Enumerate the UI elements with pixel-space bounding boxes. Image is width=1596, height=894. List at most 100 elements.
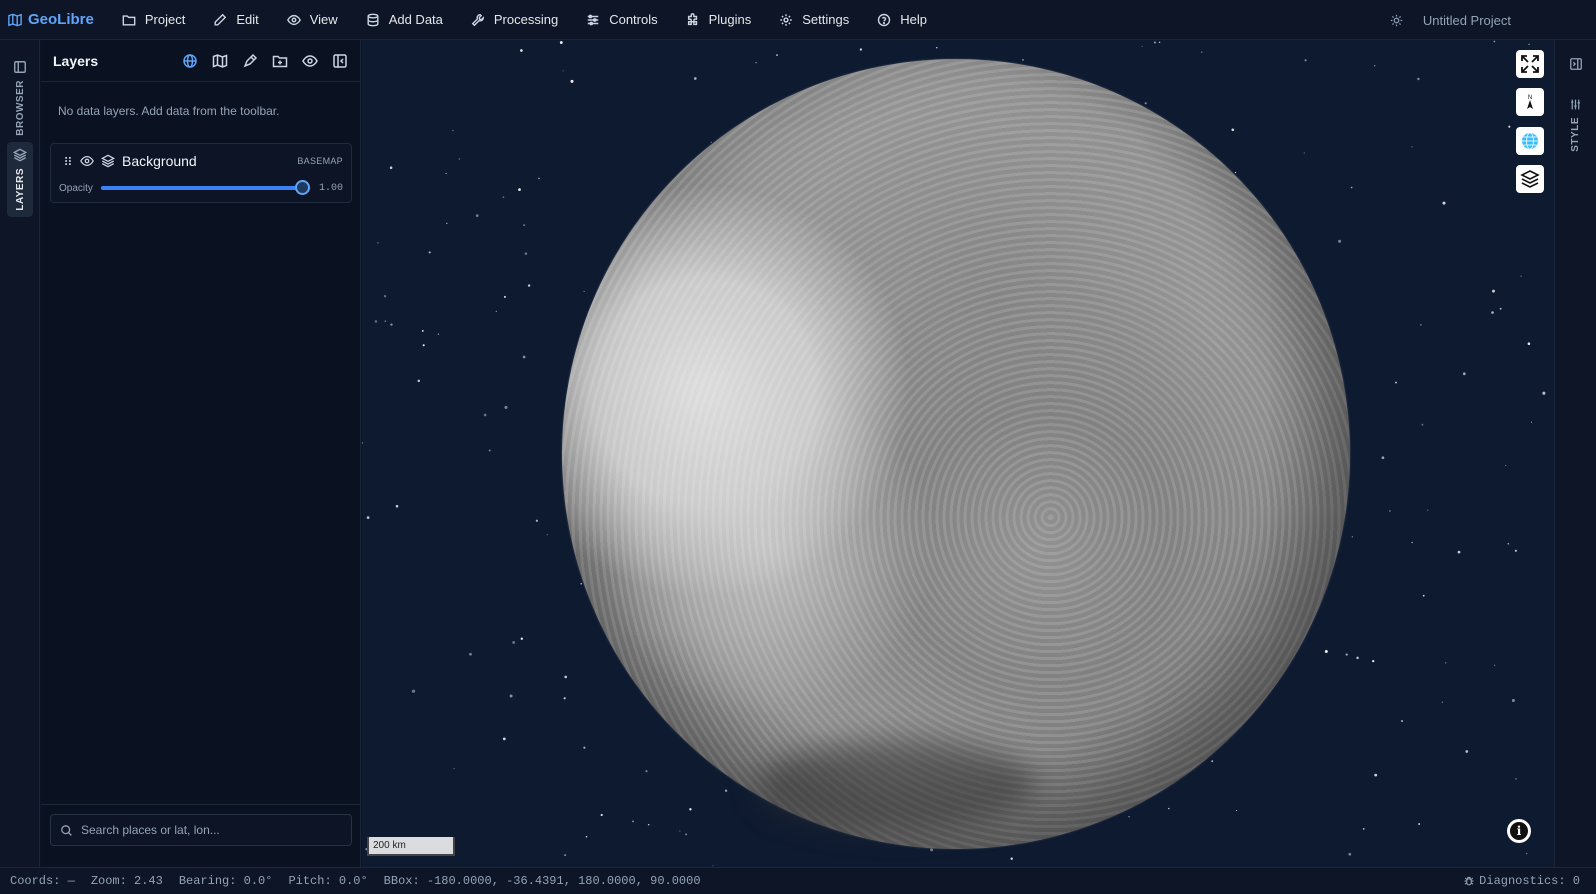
star [1530, 421, 1533, 423]
star [509, 694, 513, 698]
star [502, 196, 505, 198]
sliders-icon [587, 14, 599, 25]
layer-row: Background BASEMAP [51, 144, 351, 178]
globe-projection-icon[interactable] [182, 53, 198, 69]
star [411, 689, 416, 693]
rail-label-style: STYLE [1570, 117, 1581, 152]
star [1234, 171, 1237, 174]
star [389, 166, 393, 169]
star [445, 172, 447, 175]
bug-icon [1464, 876, 1474, 886]
left-rail: BROWSER LAYERS [0, 40, 40, 867]
basemap-layers-button[interactable] [1516, 165, 1544, 193]
star [366, 516, 370, 519]
folder-plus-icon[interactable] [272, 53, 288, 69]
star [1350, 186, 1353, 189]
star [1153, 41, 1156, 44]
star [1010, 857, 1013, 860]
compass-button[interactable]: N [1516, 88, 1544, 116]
star [585, 836, 588, 838]
menu-view[interactable]: View [273, 0, 352, 40]
star [383, 295, 387, 298]
layer-item-background[interactable]: Background BASEMAP Opacity 1.00 [50, 143, 352, 203]
star [395, 504, 399, 508]
star [1231, 128, 1235, 132]
star [1348, 852, 1352, 856]
star [374, 320, 378, 323]
project-title[interactable]: Untitled Project [1423, 13, 1511, 28]
rail-tab-browser[interactable]: BROWSER [7, 54, 33, 142]
menu-processing[interactable]: Processing [457, 0, 572, 40]
opacity-row: Opacity 1.00 [51, 178, 351, 198]
opacity-slider-handle[interactable] [294, 180, 310, 195]
star [538, 177, 540, 180]
globe-toggle-button[interactable] [1516, 127, 1544, 155]
map-canvas[interactable]: N 200 km i [362, 40, 1554, 867]
search-box[interactable] [50, 814, 352, 846]
menu-plugins[interactable]: Plugins [672, 0, 766, 40]
star [1381, 456, 1385, 460]
empty-layers-message: No data layers. Add data from the toolba… [58, 104, 280, 118]
star [488, 449, 491, 452]
menu-label: Edit [236, 12, 259, 27]
layer-name: Background [122, 153, 197, 169]
globe-icon [1522, 132, 1538, 150]
star [520, 49, 523, 52]
map-icon[interactable] [212, 53, 228, 69]
app-logo[interactable]: GeoLibre [8, 11, 94, 28]
star [522, 355, 526, 359]
star [452, 129, 454, 132]
star [1374, 773, 1378, 777]
collapse-panel-icon[interactable] [332, 53, 348, 69]
panel-toggle-icon[interactable] [1569, 57, 1583, 71]
star [524, 252, 528, 255]
eye-icon[interactable] [302, 53, 318, 69]
menu-help[interactable]: Help [863, 0, 941, 40]
star [1345, 653, 1348, 656]
search-input[interactable] [81, 823, 341, 837]
top-right-area: Untitled Project [1390, 0, 1511, 40]
sun-icon[interactable] [1390, 14, 1403, 27]
folder-icon [122, 14, 136, 26]
sliders-icon [1571, 99, 1580, 110]
draw-pen-icon[interactable] [242, 53, 258, 69]
menu-project[interactable]: Project [108, 0, 199, 40]
drag-handle-icon[interactable] [63, 155, 73, 167]
star [512, 641, 516, 644]
rail-tab-layers[interactable]: LAYERS [7, 142, 33, 217]
menu-add-data[interactable]: Add Data [352, 0, 457, 40]
star [936, 47, 938, 49]
star [523, 224, 526, 227]
star [1420, 324, 1422, 326]
menu-controls[interactable]: Controls [572, 0, 671, 40]
star [1418, 823, 1421, 825]
search-icon [61, 824, 72, 836]
status-zoom: Zoom: 2.43 [90, 873, 163, 888]
fullscreen-button[interactable] [1516, 50, 1544, 78]
search-area [41, 804, 360, 867]
opacity-slider[interactable] [100, 180, 311, 195]
star [564, 854, 567, 857]
status-bar: Coords: — Zoom: 2.43 Bearing: 0.0° Pitch… [0, 867, 1596, 893]
right-rail: STYLE [1554, 40, 1596, 867]
star [1236, 809, 1238, 812]
menu-label: Help [900, 12, 927, 27]
star [685, 833, 688, 836]
star [428, 251, 431, 254]
visibility-eye-icon[interactable] [80, 154, 94, 168]
status-coords: Coords: — [10, 873, 75, 888]
menu-edit[interactable]: Edit [199, 0, 272, 40]
star [632, 820, 634, 823]
star [1499, 307, 1502, 310]
rail-tab-style[interactable]: STYLE [1569, 98, 1582, 152]
attribution-button[interactable]: i [1507, 819, 1531, 843]
menu-settings[interactable]: Settings [765, 0, 863, 40]
star [1514, 549, 1517, 552]
star [1527, 342, 1531, 345]
layers-panel-header: Layers [41, 40, 360, 82]
star [859, 48, 863, 51]
panel-toolbar [182, 53, 348, 69]
star [583, 290, 585, 292]
star [1542, 391, 1546, 395]
diagnostics-button[interactable]: Diagnostics: 0 [1463, 868, 1580, 894]
